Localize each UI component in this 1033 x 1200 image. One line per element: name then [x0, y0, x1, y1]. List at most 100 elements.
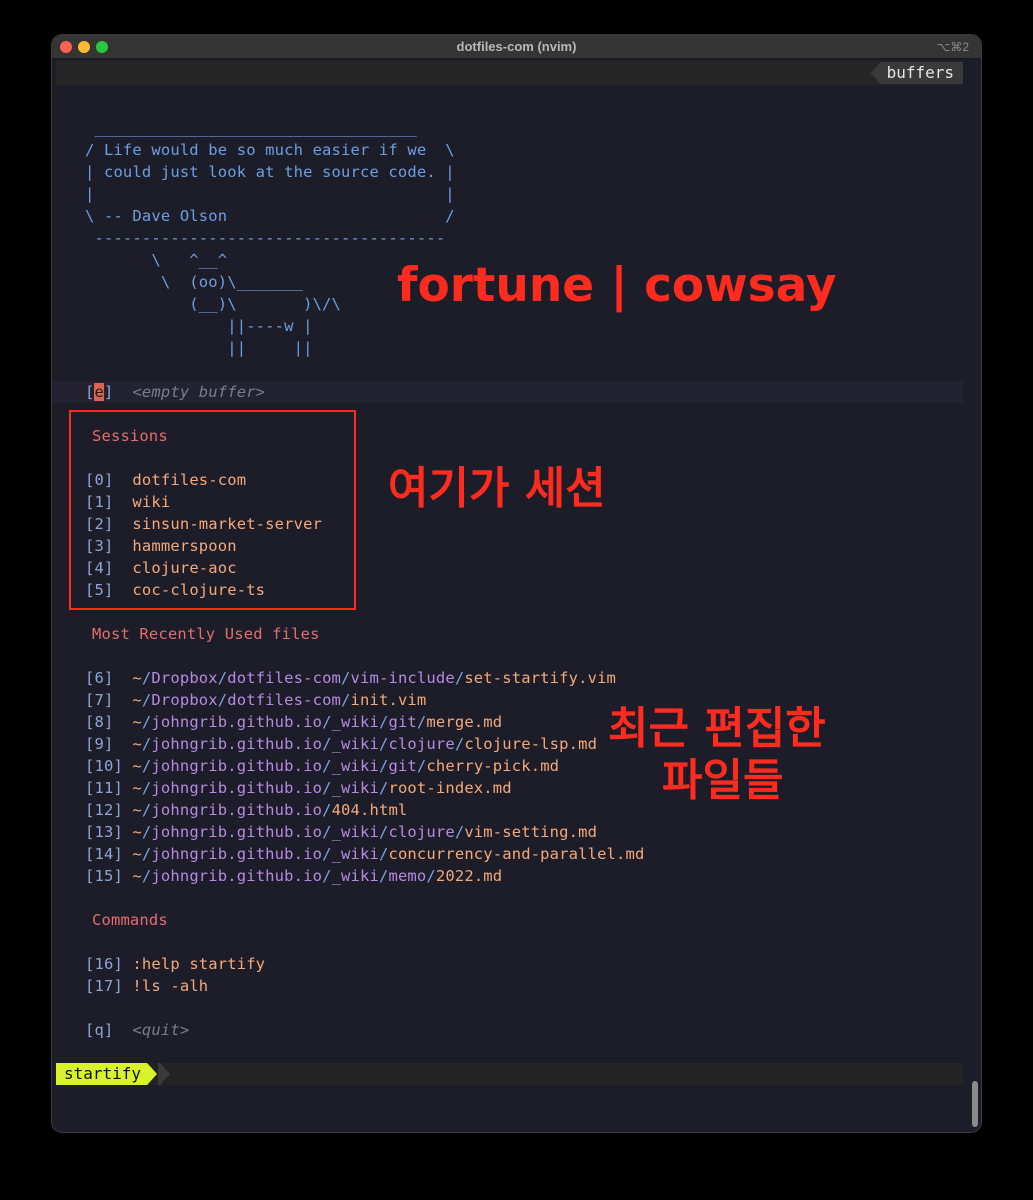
path-separator: /: [322, 801, 332, 819]
path-separator: /: [141, 691, 152, 709]
mru-index: [14]: [85, 845, 123, 863]
path-separator: /: [322, 713, 332, 731]
path-separator: /: [217, 691, 228, 709]
empty-buffer-entry[interactable]: [e] <empty buffer>: [85, 381, 265, 403]
empty-buffer-label: <empty buffer>: [132, 383, 266, 401]
path-separator: /: [322, 757, 332, 775]
mru-file-item[interactable]: [8] ~/johngrib.github.io/_wiki/git/merge…: [85, 711, 502, 733]
path-separator: /: [322, 735, 332, 753]
path-separator: /: [141, 669, 152, 687]
path-segment: memo: [388, 867, 427, 885]
mru-file-item[interactable]: [11] ~/johngrib.github.io/_wiki/root-ind…: [85, 777, 512, 799]
path-separator: /: [217, 669, 228, 687]
mru-file-item[interactable]: [13] ~/johngrib.github.io/_wiki/clojure/…: [85, 821, 597, 843]
cowsay-line: / Life would be so much easier if we \: [85, 141, 455, 159]
path-separator: /: [416, 713, 427, 731]
path-segment: johngrib.github.io: [151, 823, 323, 841]
path-segment: Dropbox: [151, 669, 218, 687]
window-title: dotfiles-com (nvim): [456, 39, 577, 54]
path-segment: _wiki: [331, 823, 379, 841]
cowsay-line: \ ^__^: [85, 251, 228, 269]
mru-index: [12]: [85, 801, 123, 819]
path-segment: johngrib.github.io: [151, 757, 323, 775]
command-index: [17]: [85, 977, 123, 995]
scrollbar[interactable]: [972, 1081, 978, 1127]
commands-header: Commands: [92, 911, 168, 929]
mru-index: [13]: [85, 823, 123, 841]
sessions-highlight-box: [69, 410, 356, 610]
cowsay-line: \ -- Dave Olson /: [85, 207, 455, 225]
mru-header: Most Recently Used files: [92, 625, 320, 643]
mru-index: [6]: [85, 669, 114, 687]
cowsay-line: || ||: [85, 339, 313, 357]
path-segment: johngrib.github.io: [151, 735, 323, 753]
mru-file-item[interactable]: [12] ~/johngrib.github.io/404.html: [85, 799, 407, 821]
path-separator: /: [454, 735, 465, 753]
title-bar[interactable]: dotfiles-com (nvim) ⌥⌘2: [52, 35, 981, 59]
path-separator: /: [141, 735, 152, 753]
path-segment: johngrib.github.io: [151, 713, 323, 731]
mru-file-item[interactable]: [9] ~/johngrib.github.io/_wiki/clojure/c…: [85, 733, 597, 755]
path-segment: ~: [132, 845, 142, 863]
path-segment: git: [388, 713, 417, 731]
path-segment: dotfiles-com: [227, 691, 342, 709]
mru-index: [10]: [85, 757, 123, 775]
cowsay-line: | could just look at the source code. |: [85, 163, 455, 181]
mru-index: [8]: [85, 713, 114, 731]
path-segment: _wiki: [331, 713, 379, 731]
tabline: buffers: [56, 61, 963, 85]
path-separator: /: [322, 779, 332, 797]
path-segment: _wiki: [331, 779, 379, 797]
command-item[interactable]: [17] !ls -alh: [85, 975, 208, 997]
path-segment: _wiki: [331, 845, 379, 863]
path-segment: ~: [132, 779, 142, 797]
file-name: set-startify.vim: [464, 669, 617, 687]
cowsay-line: | |: [85, 185, 455, 203]
path-separator: /: [322, 823, 332, 841]
path-segment: _wiki: [331, 867, 379, 885]
path-segment: ~: [132, 691, 142, 709]
path-segment: johngrib.github.io: [151, 779, 323, 797]
file-name: root-index.md: [388, 779, 512, 797]
mru-file-item[interactable]: [7] ~/Dropbox/dotfiles-com/init.vim: [85, 689, 426, 711]
path-separator: /: [141, 845, 152, 863]
mru-index: [11]: [85, 779, 123, 797]
cowsay-line: -------------------------------------: [85, 229, 446, 247]
mru-file-item[interactable]: [6] ~/Dropbox/dotfiles-com/vim-include/s…: [85, 667, 616, 689]
path-segment: johngrib.github.io: [151, 801, 323, 819]
cowsay-line: __________________________________: [85, 119, 417, 137]
mode-indicator: startify: [56, 1063, 157, 1085]
path-segment: ~: [132, 669, 142, 687]
mru-file-item[interactable]: [15] ~/johngrib.github.io/_wiki/memo/202…: [85, 865, 502, 887]
path-segment: clojure: [388, 823, 455, 841]
cowsay-line: \ (oo)\_______: [85, 273, 304, 291]
path-segment: ~: [132, 823, 142, 841]
window-shortcut: ⌥⌘2: [936, 40, 969, 54]
mru-file-item[interactable]: [10] ~/johngrib.github.io/_wiki/git/cher…: [85, 755, 559, 777]
path-separator: /: [341, 691, 351, 709]
file-name: vim-setting.md: [464, 823, 598, 841]
quit-label: <quit>: [132, 1021, 190, 1039]
path-separator: /: [322, 845, 332, 863]
path-segment: clojure: [388, 735, 455, 753]
mru-index: [7]: [85, 691, 114, 709]
path-separator: /: [416, 757, 427, 775]
file-name: 2022.md: [435, 867, 503, 885]
command-text: :help startify: [132, 955, 266, 973]
quit-entry[interactable]: [q] <quit>: [85, 1019, 189, 1041]
command-text: !ls -alh: [132, 977, 209, 995]
path-separator: /: [141, 801, 152, 819]
path-segment: Dropbox: [151, 691, 218, 709]
cowsay-line: (__)\ )\/\: [85, 295, 342, 313]
mru-file-item[interactable]: [14] ~/johngrib.github.io/_wiki/concurre…: [85, 843, 644, 865]
path-segment: johngrib.github.io: [151, 845, 323, 863]
tab-buffers[interactable]: buffers: [870, 62, 963, 84]
path-segment: johngrib.github.io: [151, 867, 323, 885]
path-separator: /: [322, 867, 332, 885]
path-segment: ~: [132, 757, 142, 775]
quit-index: [q]: [85, 1021, 114, 1039]
path-segment: _wiki: [331, 735, 379, 753]
file-name: clojure-lsp.md: [464, 735, 598, 753]
path-segment: git: [388, 757, 417, 775]
command-item[interactable]: [16] :help startify: [85, 953, 265, 975]
